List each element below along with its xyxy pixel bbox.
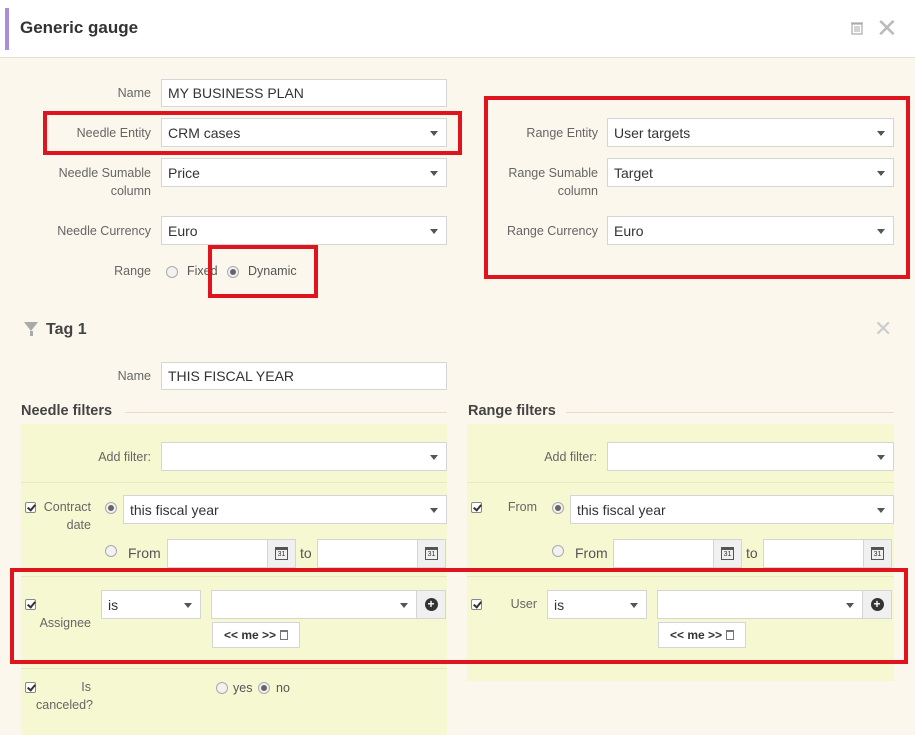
name-input[interactable]: MY BUSINESS PLAN (161, 79, 447, 107)
close-icon[interactable]: ✕ (876, 15, 898, 41)
title-accent-bar (5, 8, 9, 50)
panel-divider (21, 668, 447, 669)
canceled-label: Is canceled? (36, 680, 93, 712)
needle-filters-title: Needle filters (21, 403, 113, 419)
name-label: Name (117, 86, 151, 100)
range-period-radio[interactable] (552, 502, 564, 514)
filter-icon (24, 322, 38, 336)
from-radio[interactable] (105, 545, 117, 557)
tag-name-input[interactable]: THIS FISCAL YEAR (161, 362, 447, 390)
needle-sumable-label: Needle Sumable column (58, 166, 151, 198)
canceled-no-radio[interactable] (258, 682, 270, 694)
canceled-yes-radio[interactable] (216, 682, 228, 694)
highlight-range-fields (484, 96, 910, 279)
range-from-radio[interactable] (552, 545, 564, 557)
needle-sumable-select[interactable]: Price (161, 158, 447, 187)
needle-add-filter-select[interactable] (161, 442, 447, 471)
range-from-label: From (575, 545, 608, 561)
range-type-label: Range (114, 264, 151, 278)
needle-from-date-input[interactable] (167, 539, 268, 568)
panel-divider (467, 482, 894, 483)
needle-period-select[interactable]: this fiscal year (123, 495, 447, 524)
section-divider (125, 412, 447, 413)
period-radio[interactable] (105, 502, 117, 514)
needle-from-label: From (128, 545, 161, 561)
range-from-field-label: From (507, 500, 537, 514)
needle-currency-label: Needle Currency (57, 224, 151, 238)
range-from-checkbox[interactable] (471, 502, 482, 513)
tag-name-label: Name (117, 369, 151, 383)
delete-icon[interactable] (851, 21, 863, 35)
tag-title: Tag 1 (46, 321, 87, 338)
section-divider (566, 412, 894, 413)
needle-to-label: to (300, 545, 312, 561)
needle-currency-select[interactable]: Euro (161, 216, 447, 245)
range-filters-title: Range filters (468, 403, 556, 419)
contract-date-checkbox[interactable] (25, 502, 36, 513)
highlight-assignee-user (10, 568, 908, 664)
panel-divider (21, 482, 447, 483)
canceled-yes-label: yes (233, 681, 253, 695)
highlight-needle-entity (43, 111, 462, 155)
needle-add-filter-label: Add filter: (98, 450, 151, 464)
range-to-label: to (746, 545, 758, 561)
calendar-icon[interactable] (863, 539, 892, 568)
highlight-dynamic (208, 245, 318, 298)
range-period-select[interactable]: this fiscal year (570, 495, 894, 524)
range-add-filter-label: Add filter: (544, 450, 597, 464)
canceled-no-label: no (276, 681, 290, 695)
calendar-icon[interactable] (267, 539, 296, 568)
range-fixed-radio[interactable] (166, 266, 178, 278)
contract-date-label: Contract date (43, 500, 91, 532)
range-to-date-input[interactable] (763, 539, 864, 568)
tag-close-icon[interactable]: ✕ (874, 318, 892, 340)
range-add-filter-select[interactable] (607, 442, 894, 471)
dialog-title: Generic gauge (20, 18, 139, 37)
calendar-icon[interactable] (417, 539, 446, 568)
calendar-icon[interactable] (713, 539, 742, 568)
range-from-date-input[interactable] (613, 539, 714, 568)
canceled-checkbox[interactable] (25, 682, 36, 693)
needle-to-date-input[interactable] (317, 539, 418, 568)
